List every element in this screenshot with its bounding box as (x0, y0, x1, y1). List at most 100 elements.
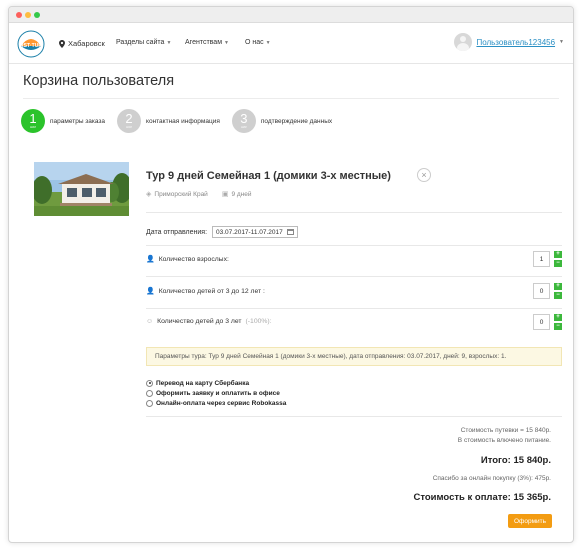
step-order-params[interactable]: 1 шаг параметры заказа (21, 109, 105, 133)
calendar-icon[interactable] (286, 229, 294, 235)
adults-label: 👤 Количество взрослых: (146, 255, 229, 264)
tour-duration: ▣ 9 дней (222, 190, 252, 198)
person-icon: 👤 (146, 288, 155, 295)
nav-sections[interactable]: Разделы сайта ▼ (116, 39, 171, 46)
minus-icon[interactable]: − (554, 260, 562, 267)
children-under-3-stepper: + − (554, 314, 562, 332)
plus-icon[interactable]: + (554, 314, 562, 321)
step-sub: шаг (29, 125, 37, 130)
tour-photo[interactable] (34, 162, 129, 216)
food-included-note: В стоимость влючено питание. (457, 437, 551, 444)
children-3-12-label-text: Количество детей от 3 до 12 лет : (158, 287, 265, 295)
step-confirm[interactable]: 3 шаг подтверждение данных (231, 109, 333, 133)
divider (146, 416, 562, 417)
payment-option-label: Перевод на карту Сбербанка (156, 379, 250, 387)
amount-to-pay: Стоимость к оплате: 15 365р. (413, 492, 551, 503)
step-contact-info[interactable]: 2 шаг контактная информация (117, 109, 220, 133)
tour-region-label: Приморский Край (154, 191, 208, 198)
step-sub: шаг (240, 125, 247, 130)
checkout-steps: 1 шаг параметры заказа 2 шаг контактная … (21, 109, 344, 133)
close-icon: × (421, 170, 427, 180)
adults-quantity-row: 👤 Количество взрослых: 1 + − (146, 251, 562, 269)
radio-button[interactable] (146, 379, 153, 387)
nav-sections-label: Разделы сайта (116, 39, 165, 46)
user-name-link[interactable]: Пользователь123456 (476, 38, 555, 47)
chevron-down-icon: ▼ (265, 40, 271, 46)
step-label: параметры заказа (50, 117, 106, 125)
minus-icon[interactable]: − (554, 292, 562, 299)
step-number-badge: 2 шаг (117, 109, 142, 133)
remove-tour-button[interactable]: × (417, 168, 431, 182)
chevron-down-icon: ▼ (166, 40, 172, 46)
radio-button[interactable] (146, 399, 153, 407)
step-number-badge: 1 шаг (21, 109, 45, 133)
logo-text: RST·TUR (20, 43, 42, 49)
children-under-3-discount-note: (-100%): (245, 318, 272, 325)
plus-icon[interactable]: + (554, 251, 562, 258)
step-label: подтверждение данных (260, 117, 333, 125)
site-logo[interactable]: RST·TUR (17, 30, 45, 58)
location-icon: ◈ (146, 191, 152, 198)
departure-date-value: 03.07.2017-11.07.2017 (216, 228, 283, 236)
tour-meta: ◈ Приморский Край ▣ 9 дней (146, 190, 252, 198)
adults-label-text: Количество взрослых: (158, 255, 229, 263)
map-pin-icon (59, 39, 65, 48)
step-number: 3 (240, 111, 248, 127)
payment-option-label: Оформить заявку и оплатить в офисе (156, 389, 280, 397)
plus-icon[interactable]: + (554, 283, 562, 290)
minimize-window-button[interactable] (25, 12, 31, 18)
step-label: контактная информация (146, 117, 220, 125)
adults-quantity-input[interactable]: 1 (533, 251, 550, 267)
tour-cost: Стоимость путевки = 15 840р. (460, 427, 551, 434)
payment-option-sberbank[interactable]: Перевод на карту Сбербанка (146, 378, 286, 388)
step-number-badge: 3 шаг (231, 109, 256, 133)
top-navbar: RST·TUR Хабаровск Разделы сайта ▼ Агентст… (9, 24, 573, 64)
departure-date-input[interactable]: 03.07.2017-11.07.2017 (212, 226, 298, 238)
payment-option-label: Онлайн-оплата через сервис Robokassa (156, 399, 287, 407)
children-3-12-quantity-input[interactable]: 0 (533, 283, 550, 299)
person-icon: ☺ (146, 318, 154, 325)
payment-option-robokassa[interactable]: Онлайн-оплата через сервис Robokassa (146, 398, 286, 408)
step-number: 1 (29, 111, 37, 127)
user-menu[interactable]: Пользователь123456 ▼ (454, 33, 564, 51)
divider (146, 276, 562, 277)
tour-region: ◈ Приморский Край (146, 190, 208, 198)
avatar (454, 33, 473, 51)
departure-date-row: Дата отправления: 03.07.2017-11.07.2017 (146, 226, 298, 238)
nav-agencies-label: Агентствам (185, 39, 223, 46)
divider (23, 98, 559, 99)
divider (146, 308, 562, 309)
tour-duration-label: 9 дней (231, 191, 252, 198)
minus-icon[interactable]: − (554, 323, 562, 330)
children-under-3-label: ☺ Количество детей до 3 лет (-100%): (146, 318, 272, 325)
payment-options: Перевод на карту Сбербанка Оформить заяв… (146, 378, 286, 408)
children-under-3-quantity-input[interactable]: 0 (533, 314, 550, 330)
chevron-down-icon: ▼ (559, 39, 564, 45)
checkout-button[interactable]: Оформить (508, 514, 552, 528)
step-number: 2 (125, 111, 133, 127)
divider (146, 212, 562, 213)
city-selector[interactable]: Хабаровск (59, 39, 105, 48)
divider (146, 245, 562, 246)
children-under-3-quantity-row: ☺ Количество детей до 3 лет (-100%): 0 +… (146, 314, 562, 332)
person-icon: 👤 (146, 256, 155, 263)
children-under-3-label-text: Количество детей до 3 лет (157, 318, 242, 325)
chevron-down-icon: ▼ (224, 40, 229, 46)
city-label: Хабаровск (68, 39, 105, 48)
nav-about-label: О нас (245, 39, 264, 46)
adults-stepper: + − (554, 251, 562, 269)
page-title: Корзина пользователя (23, 73, 175, 89)
step-sub: шаг (126, 125, 133, 130)
window-titlebar (9, 7, 573, 23)
nav-about[interactable]: О нас ▼ (245, 39, 271, 46)
payment-option-office[interactable]: Оформить заявку и оплатить в офисе (146, 388, 286, 398)
maximize-window-button[interactable] (34, 12, 40, 18)
departure-date-label: Дата отправления: (146, 228, 208, 236)
tour-params-notice: Параметры тура: Тур 9 дней Семейная 1 (д… (146, 347, 562, 366)
order-total: Итого: 15 840р. (480, 455, 551, 466)
close-window-button[interactable] (16, 12, 22, 18)
nav-agencies[interactable]: Агентствам ▼ (185, 39, 229, 46)
browser-window: RST·TUR Хабаровск Разделы сайта ▼ Агентст… (8, 6, 574, 543)
tour-title[interactable]: Тур 9 дней Семейная 1 (домики 3-х местны… (146, 170, 391, 182)
radio-button[interactable] (146, 389, 153, 397)
